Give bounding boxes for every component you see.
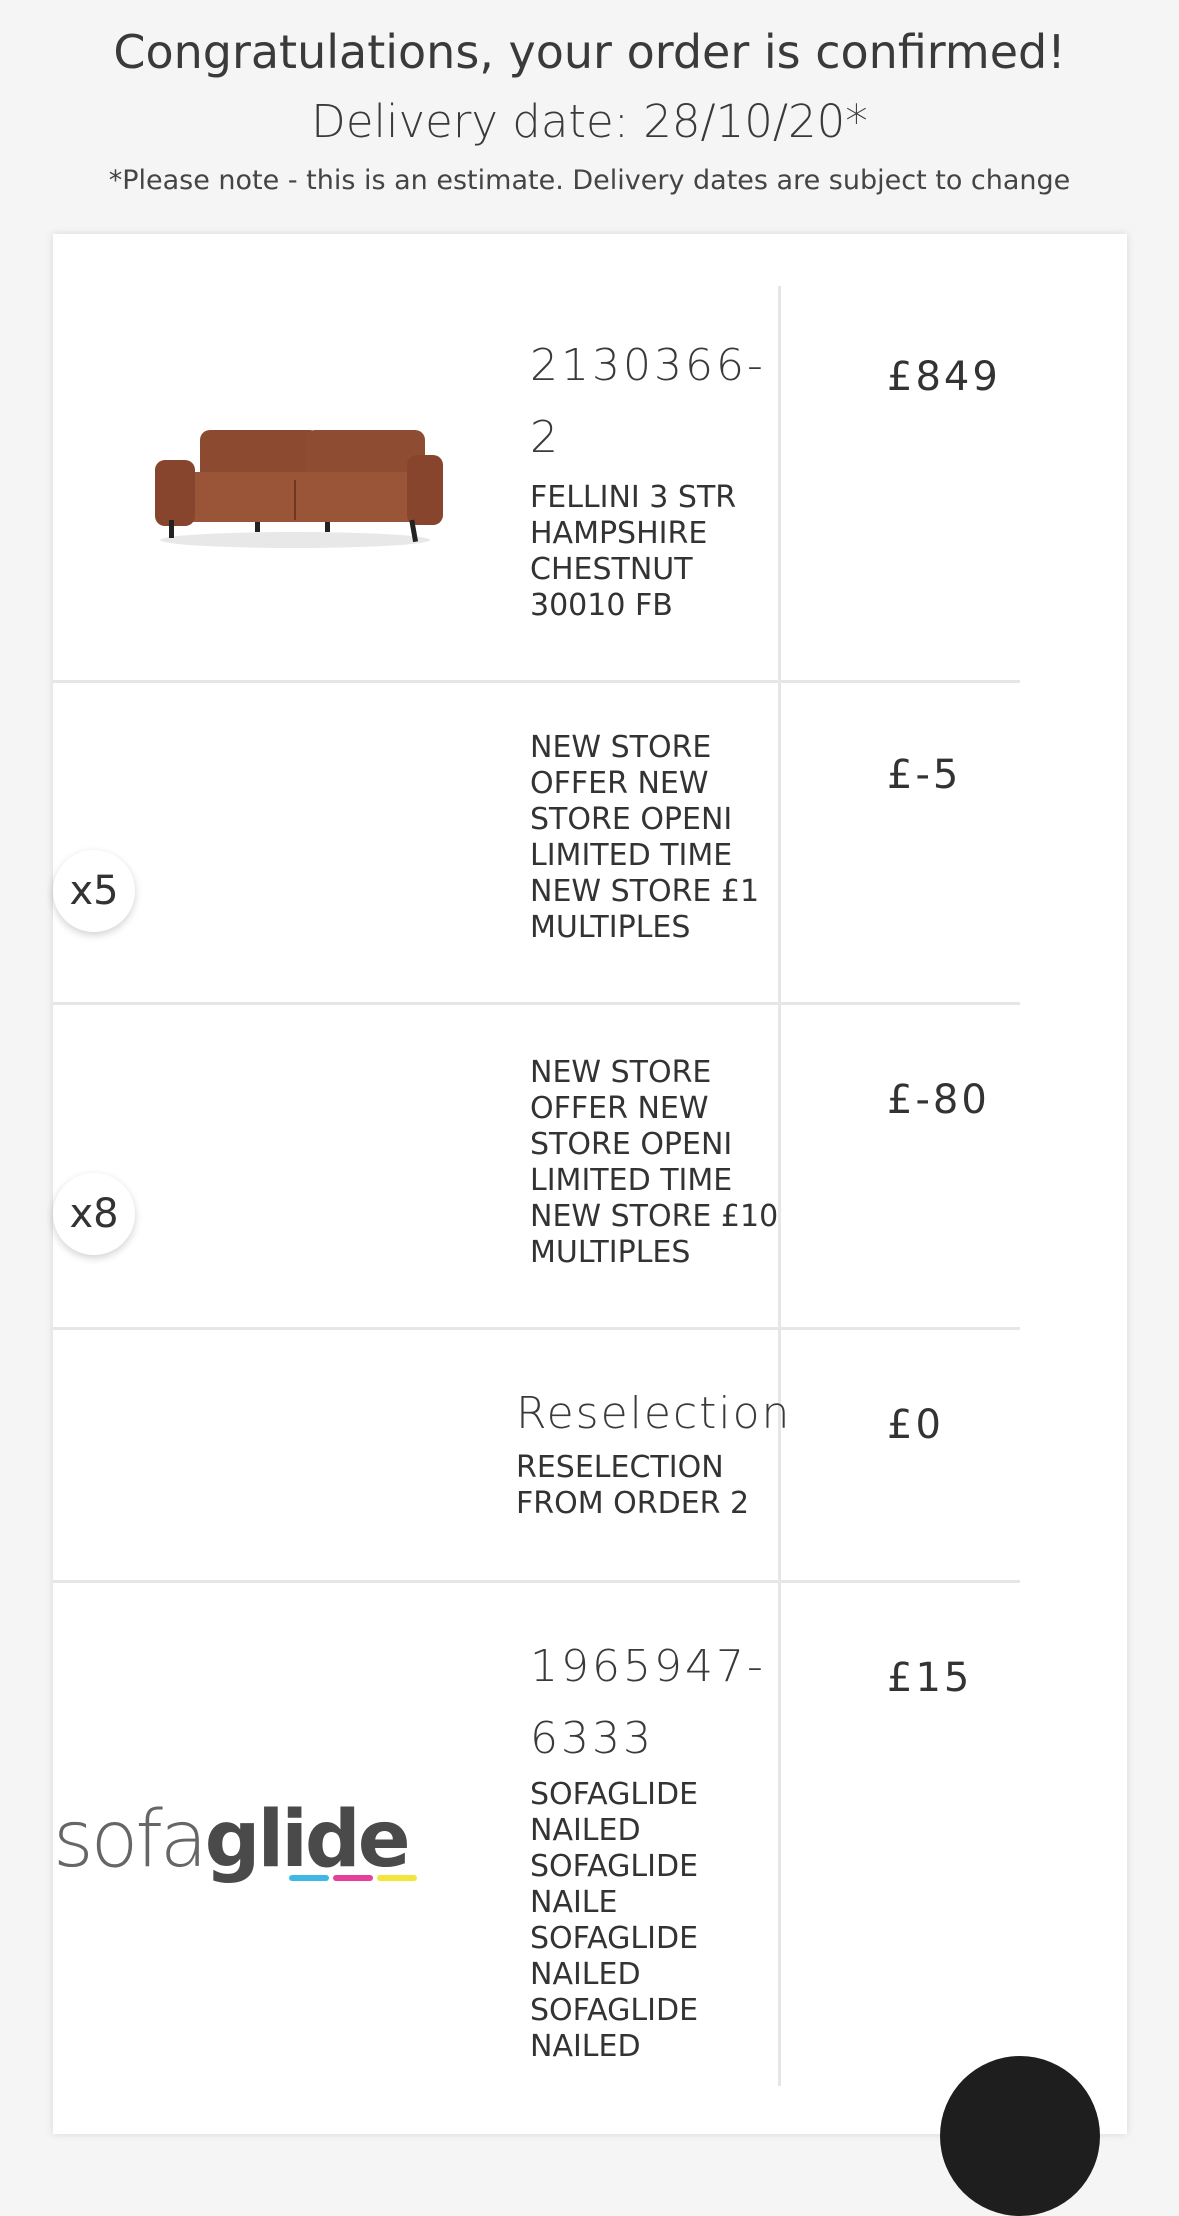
product-code: 1965947-6333 [530,1641,766,1764]
sofaglide-logo: sofaglide [53,1795,423,1905]
product-description: FELLINI 3 STR HAMPSHIRE CHESTNUT 30010 F… [530,480,737,623]
order-item-row: sofaglide 1965947-6333 SOFAGLIDE NAILED … [53,1583,1020,2083]
delivery-note: *Please note - this is an estimate. Deli… [108,165,1071,196]
offer-price: £-5 [887,752,962,798]
product-description: SOFAGLIDE NAILED SOFAGLIDE NAILE SOFAGLI… [530,1777,699,2064]
page-title: Congratulations, your order is confirmed… [113,25,1066,79]
product-code: 2130366-2 [530,340,766,463]
order-item-row: Reselection RESELECTION FROM ORDER 2 £0 [53,1330,1020,1583]
product-price: £15 [887,1655,973,1701]
quantity-badge: x8 [53,1173,135,1255]
product-price: £849 [887,354,1001,400]
confirmation-header: Congratulations, your order is confirmed… [0,0,1179,198]
reselection-description: RESELECTION FROM ORDER 2 [516,1450,750,1521]
sofa-image [53,286,453,680]
chat-button[interactable] [940,2056,1100,2216]
logo-color-bar [377,1875,417,1881]
order-item-row: x8 NEW STORE OFFER NEW STORE OPENI LIMIT… [53,1005,1020,1330]
quantity-badge: x5 [53,850,135,932]
offer-description: NEW STORE OFFER NEW STORE OPENI LIMITED … [530,1055,779,1270]
delivery-date: Delivery date: 28/10/20* [311,95,868,148]
offer-price: £-80 [887,1077,990,1123]
order-item-row: 2130366-2 FELLINI 3 STR HAMPSHIRE CHESTN… [53,286,1020,683]
offer-description: NEW STORE OFFER NEW STORE OPENI LIMITED … [530,730,760,945]
logo-color-bar [333,1875,373,1881]
reselection-title: Reselection [516,1388,792,1439]
order-item-row: x5 NEW STORE OFFER NEW STORE OPENI LIMIT… [53,680,1020,1005]
logo-color-bar [289,1875,329,1881]
reselection-price: £0 [887,1402,944,1448]
